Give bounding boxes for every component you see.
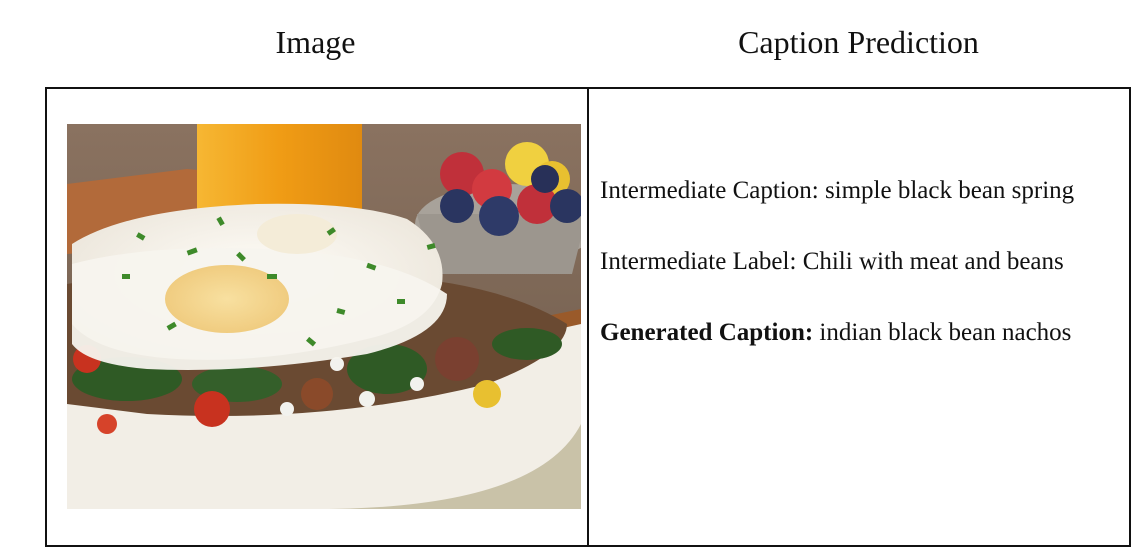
food-photo [67,124,581,509]
intermediate-label-label: Intermediate Label: [600,248,797,275]
generated-caption-value: indian black bean nachos [819,319,1072,346]
column-header-caption-prediction: Caption Prediction [738,24,979,60]
intermediate-caption-value: simple black bean spring [824,177,1075,204]
generated-caption: Generated Caption: indian black bean nac… [600,315,1100,350]
generated-caption-label: Generated Caption: [600,319,814,346]
intermediate-label: Intermediate Label: Chili with meat and … [600,244,1100,279]
food-photo-icon [67,124,581,509]
intermediate-caption-label: Intermediate Caption: [600,177,819,204]
results-table: Intermediate Caption: simple black bean … [45,87,1131,547]
intermediate-caption: Intermediate Caption: simple black bean … [600,173,1100,208]
column-header-image: Image [275,24,356,60]
caption-prediction-cell: Intermediate Caption: simple black bean … [600,173,1100,386]
column-divider [587,89,589,545]
intermediate-label-value: Chili with meat and beans [802,248,1064,275]
